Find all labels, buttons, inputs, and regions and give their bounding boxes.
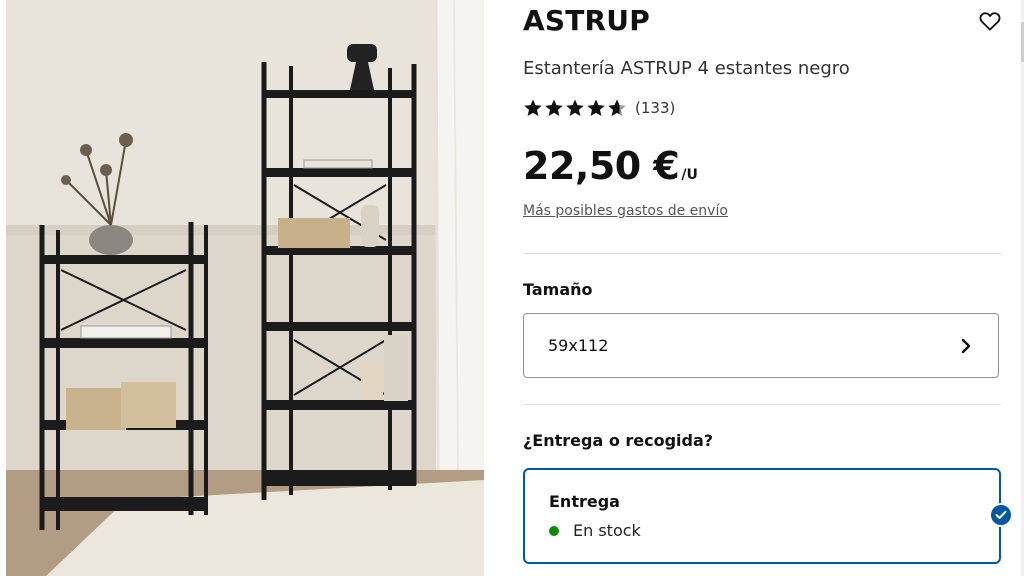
star-icon <box>566 99 584 116</box>
rating-summary[interactable]: (133) <box>523 98 675 118</box>
product-photo-illustration <box>6 0 484 576</box>
stock-indicator-dot <box>549 525 559 536</box>
star-icon <box>524 99 542 116</box>
rating-count: (133) <box>635 99 676 117</box>
star-icon <box>545 99 563 116</box>
product-title: ASTRUP <box>523 4 650 37</box>
rating-stars <box>523 98 627 118</box>
product-info-panel: ASTRUP Estantería ASTRUP 4 estantes negr… <box>523 0 1013 576</box>
delivery-option-card[interactable]: Entrega En stock <box>523 468 1001 564</box>
size-selector[interactable]: 59x112 <box>523 313 999 378</box>
size-label: Tamaño <box>523 280 593 299</box>
divider <box>523 404 1001 405</box>
star-icon <box>587 99 605 116</box>
heart-outline-icon <box>979 12 1001 31</box>
product-description: Estantería ASTRUP 4 estantes negro <box>523 58 850 79</box>
delivery-option-title: Entrega <box>549 492 620 511</box>
stock-status: En stock <box>549 521 641 540</box>
price: 22,50 € /U <box>523 144 698 188</box>
check-icon <box>995 510 1007 519</box>
stock-status-text: En stock <box>573 521 641 540</box>
shipping-costs-link[interactable]: Más posibles gastos de envío <box>523 203 728 219</box>
selected-check-badge <box>989 503 1013 527</box>
star-half-icon <box>608 99 626 116</box>
size-value: 59x112 <box>548 336 609 355</box>
product-image[interactable] <box>6 0 484 576</box>
favorite-button[interactable] <box>977 8 1003 34</box>
price-value: 22,50 € <box>523 144 680 188</box>
chevron-right-icon <box>961 338 971 353</box>
delivery-question: ¿Entrega o recogida? <box>523 431 714 450</box>
price-unit: /U <box>681 167 698 183</box>
divider <box>523 253 1001 254</box>
